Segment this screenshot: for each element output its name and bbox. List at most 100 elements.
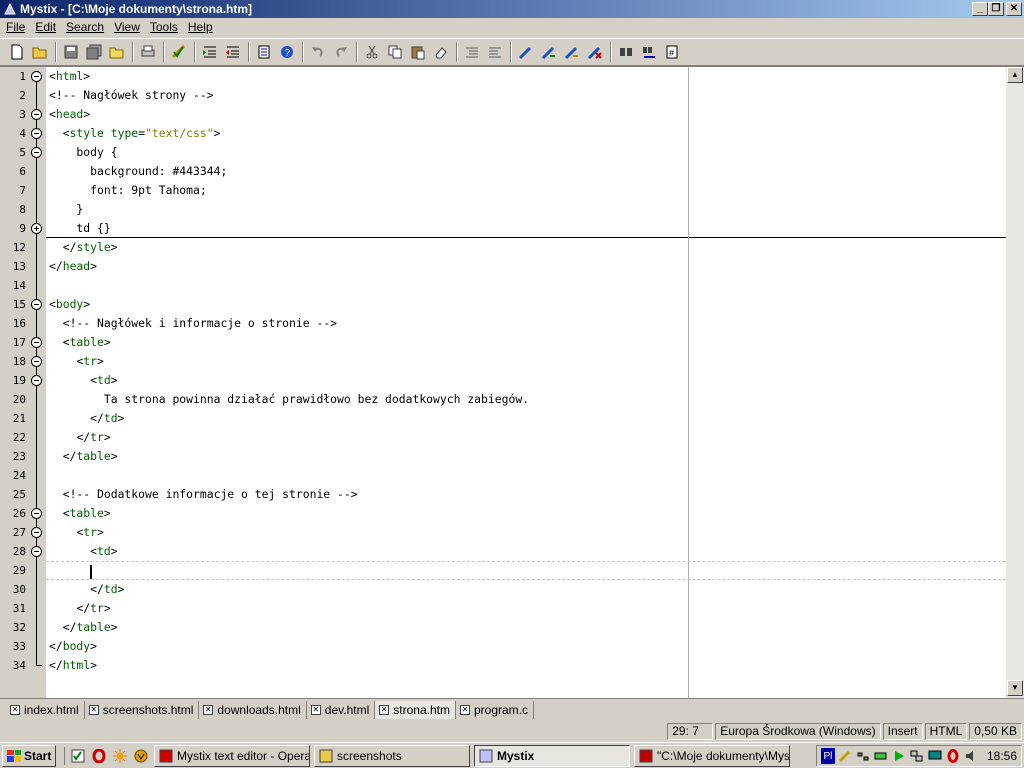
network-icon[interactable] [855,748,871,764]
language-indicator[interactable]: Pl [820,748,835,764]
code-line[interactable]: </table> [46,618,1006,637]
menu-edit[interactable]: Edit [31,18,62,37]
minimize-button[interactable]: _ [972,2,988,16]
close-button[interactable]: ✕ [1006,2,1022,16]
undo-button[interactable] [307,41,329,63]
code-line[interactable]: body { [46,143,1006,162]
open-file-button[interactable] [29,41,51,63]
code-line[interactable]: </td> [46,409,1006,428]
tab-strona-htm[interactable]: ✕ strona.htm [375,700,456,719]
opera-icon[interactable] [90,747,108,765]
tool-icon[interactable] [837,748,853,764]
winamp-icon[interactable] [132,747,150,765]
code-line[interactable] [46,466,1006,485]
fold-collapse-icon[interactable] [30,504,44,523]
fold-collapse-icon[interactable] [30,523,44,542]
code-line[interactable]: </tr> [46,599,1006,618]
fold-collapse-icon[interactable] [30,67,44,86]
monitor-icon[interactable] [927,748,943,764]
code-line[interactable]: } [46,200,1006,219]
tab-program-c[interactable]: ✕ program.c [456,700,534,719]
code-line[interactable]: </head> [46,257,1006,276]
start-button[interactable]: Start [2,744,56,767]
fold-collapse-icon[interactable] [30,295,44,314]
scroll-up-arrow[interactable]: ▲ [1007,67,1023,83]
taskbar-task[interactable]: Mystix text editor - Opera [154,744,310,767]
connection-icon[interactable] [909,748,925,764]
bookmark-prev-button[interactable] [561,41,583,63]
code-line[interactable]: <td> [46,371,1006,390]
paste-button[interactable] [407,41,429,63]
code-line[interactable]: <tr> [46,523,1006,542]
close-tab-icon[interactable]: ✕ [459,704,470,715]
code-line[interactable]: </td> [46,580,1006,599]
find-button[interactable] [615,41,637,63]
taskbar-task[interactable]: screenshots [314,744,470,767]
find-replace-button[interactable] [638,41,660,63]
cut-button[interactable] [361,41,383,63]
uncomment-button[interactable] [484,41,506,63]
close-tab-icon[interactable]: ✕ [10,704,20,715]
fold-collapse-icon[interactable] [30,124,44,143]
battery-icon[interactable] [873,748,889,764]
fold-collapse-icon[interactable] [30,542,44,561]
code-line[interactable]: </tr> [46,428,1006,447]
menu-tools[interactable]: Tools [146,18,184,37]
spell-check-button[interactable] [168,41,190,63]
restore-button[interactable]: ❐ [988,2,1004,16]
code-line[interactable]: <tr> [46,352,1006,371]
print-button[interactable] [137,41,159,63]
code-line[interactable]: <table> [46,504,1006,523]
code-line[interactable] [46,276,1006,295]
goto-button[interactable]: # [661,41,683,63]
menu-view[interactable]: View [110,18,146,37]
tab-index-html[interactable]: ✕ index.html [6,700,85,719]
code-line[interactable] [46,561,1006,580]
save-button[interactable] [60,41,82,63]
close-tab-icon[interactable]: ✕ [88,704,99,715]
taskbar-task[interactable]: Mystix [474,744,630,767]
code-line[interactable]: </table> [46,447,1006,466]
bookmark-clear-button[interactable] [584,41,606,63]
fold-collapse-icon[interactable] [30,143,44,162]
menu-help[interactable]: Help [184,18,219,37]
code-line[interactable]: font: 9pt Tahoma; [46,181,1006,200]
bookmark-toggle-button[interactable] [515,41,537,63]
code-line[interactable]: </html> [46,656,1006,675]
fold-collapse-icon[interactable] [30,333,44,352]
indent-more-button[interactable] [199,41,221,63]
code-line[interactable]: <head> [46,105,1006,124]
code-line[interactable]: <style type="text/css"> [46,124,1006,143]
code-line[interactable]: </style> [46,238,1006,257]
fold-expand-icon[interactable] [30,219,44,238]
code-line[interactable]: <!-- Nagłówek strony --> [46,86,1006,105]
tab-downloads-html[interactable]: ✕ downloads.html [199,700,307,719]
fold-collapse-icon[interactable] [30,352,44,371]
fold-collapse-icon[interactable] [30,371,44,390]
code-line[interactable]: <!-- Dodatkowe informacje o tej stronie … [46,485,1006,504]
code-line[interactable]: <td> [46,542,1006,561]
redo-button[interactable] [330,41,352,63]
bookmark-next-button[interactable] [538,41,560,63]
list-button[interactable] [253,41,275,63]
indent-less-button[interactable] [222,41,244,63]
scroll-down-arrow[interactable]: ▼ [1007,680,1023,696]
menu-file[interactable]: File [2,18,31,37]
volume-icon[interactable] [963,748,979,764]
fold-collapse-icon[interactable] [30,105,44,124]
code-line[interactable]: </body> [46,637,1006,656]
code-line[interactable]: <body> [46,295,1006,314]
opera-tray-icon[interactable] [945,748,961,764]
sun-icon[interactable] [111,747,129,765]
code-editor[interactable]: 1 2 3 4 5 6 7 8 9 12 13 14 15 16 17 18 19 20 21 22 23 24 25 26 2… [0,66,1024,698]
vertical-scrollbar[interactable]: ▲ ▼ [1006,67,1024,698]
checklist-icon[interactable] [69,747,87,765]
code-line[interactable]: background: #443344; [46,162,1006,181]
new-file-button[interactable] [6,41,28,63]
close-tab-icon[interactable]: ✕ [379,704,390,715]
open-folder-button[interactable] [106,41,128,63]
code-line[interactable]: <table> [46,333,1006,352]
code-line[interactable]: Ta strona powinna działać prawidłowo bez… [46,390,1006,409]
help-button[interactable]: ? [276,41,298,63]
play-icon[interactable] [891,748,907,764]
